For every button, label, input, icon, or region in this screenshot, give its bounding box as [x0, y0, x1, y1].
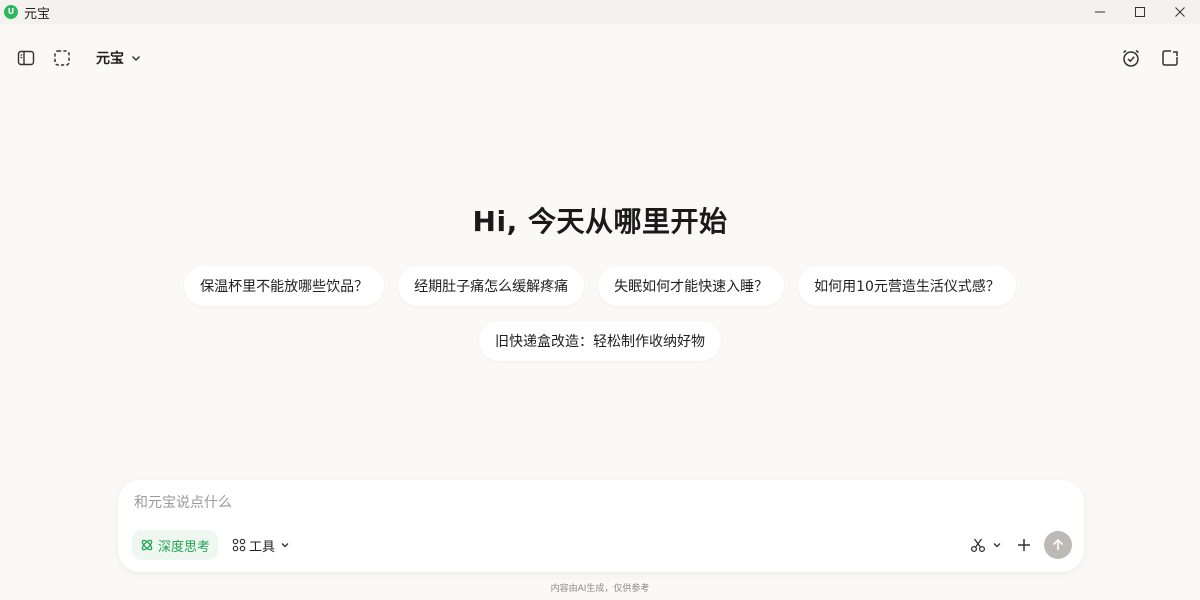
model-name: 元宝 [96, 51, 124, 67]
suggestion-chip[interactable]: 经期肚子痛怎么缓解疼痛 [398, 266, 585, 306]
suggestion-chip[interactable]: 旧快递盒改造：轻松制作收纳好物 [479, 321, 721, 361]
suggestion-row-1: 保温杯里不能放哪些饮品？ 经期肚子痛怎么缓解疼痛 失眠如何才能快速入睡？ 如何用… [0, 266, 1200, 306]
app-logo-icon: U [4, 5, 18, 19]
send-button[interactable] [1044, 531, 1072, 559]
chevron-down-icon [281, 543, 289, 548]
minimize-button[interactable] [1080, 0, 1120, 24]
chat-input[interactable] [134, 490, 1034, 516]
window-titlebar: U 元宝 [0, 0, 1200, 24]
tools-label: 工具 [249, 539, 276, 555]
ai-disclaimer: 内容由AI生成，仅供参考 [550, 584, 650, 594]
minimize-icon [1095, 11, 1105, 13]
new-window-icon [1162, 50, 1178, 66]
deep-think-toggle[interactable]: 深度思考 [132, 530, 219, 560]
maximize-icon [1135, 7, 1145, 17]
new-window-button[interactable] [1160, 48, 1180, 68]
add-attachment-button[interactable] [1014, 535, 1034, 555]
atom-icon [141, 539, 153, 551]
chat-composer: 深度思考 工具 [118, 480, 1084, 572]
dashed-frame-icon [54, 50, 70, 66]
suggestion-chip[interactable]: 保温杯里不能放哪些饮品？ [184, 266, 385, 306]
deep-think-label: 深度思考 [158, 539, 211, 555]
arrow-up-icon [1052, 538, 1064, 550]
close-icon [1175, 7, 1185, 17]
maximize-button[interactable] [1120, 0, 1160, 24]
greeting-heading: Hi, 今天从哪里开始 [472, 205, 728, 238]
suggestion-chip[interactable]: 失眠如何才能快速入睡？ [598, 266, 785, 306]
alarm-check-icon [1123, 49, 1139, 67]
model-selector[interactable]: 元宝 [96, 48, 142, 68]
chevron-down-icon [993, 543, 1001, 548]
scissors-icon [970, 538, 986, 553]
chevron-down-icon [131, 55, 141, 62]
window-controls [1080, 0, 1200, 24]
alarm-button[interactable] [1121, 48, 1141, 68]
screenshot-tool-button[interactable] [970, 535, 1002, 555]
suggestion-row-2: 旧快递盒改造：轻松制作收纳好物 [0, 321, 1200, 361]
plus-icon [1018, 539, 1030, 551]
sidebar-toggle-button[interactable] [16, 48, 36, 68]
grid-dots-icon [232, 538, 246, 552]
sidebar-toggle-icon [17, 50, 35, 66]
suggestion-chip[interactable]: 如何用10元营造生活仪式感？ [798, 266, 1016, 306]
window-title: 元宝 [24, 6, 51, 22]
top-toolbar: 元宝 [0, 36, 1200, 80]
tools-dropdown[interactable]: 工具 [232, 530, 290, 560]
screenshot-button[interactable] [52, 48, 72, 68]
close-button[interactable] [1160, 0, 1200, 24]
